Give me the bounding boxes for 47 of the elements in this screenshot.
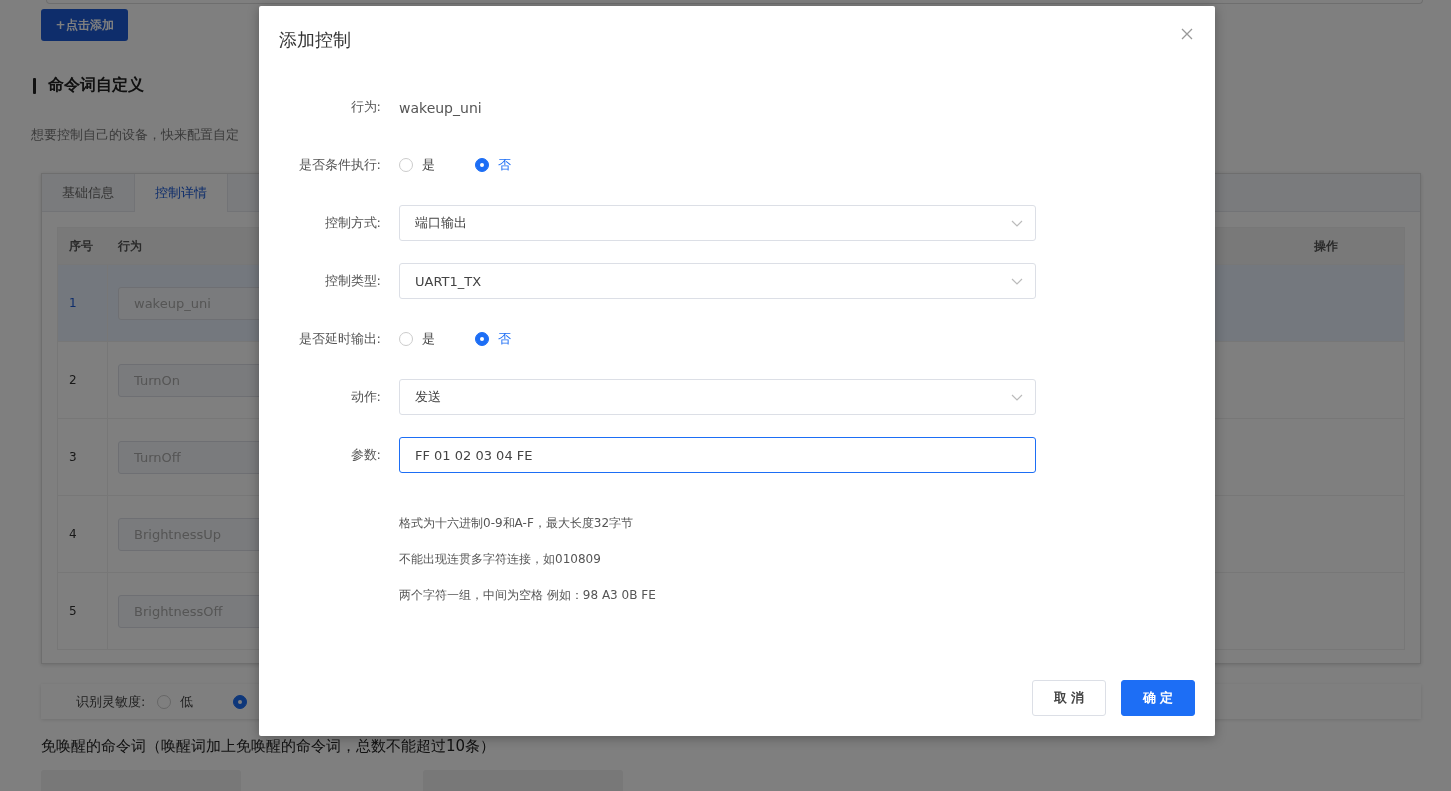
title-bar	[33, 77, 36, 94]
radio-button[interactable]	[399, 332, 413, 346]
dropdown[interactable]: 端口输出	[399, 205, 1036, 241]
section-title: 免唤醒的命令词（唤醒词加上免唤醒的命令词，总数不能超过10条）	[41, 737, 497, 756]
option-label: 是	[422, 330, 435, 348]
description: 想要控制自己的设备，快来配置自定	[31, 126, 240, 144]
option-label: 否	[498, 156, 511, 174]
caret-icon	[1011, 277, 1023, 285]
column-header: 操作	[1314, 237, 1339, 255]
row-number: 4	[69, 527, 77, 541]
radio-button[interactable]	[475, 158, 489, 172]
row-number: 2	[69, 373, 77, 387]
row-number: 1	[69, 296, 77, 310]
radio-button[interactable]	[399, 158, 413, 172]
cancel-button[interactable]: 取 消	[1032, 680, 1106, 716]
field-label: 控制类型:	[323, 272, 381, 290]
field-label: 动作:	[349, 388, 381, 406]
row-number: 5	[69, 604, 77, 618]
tab[interactable]: 控制详情	[135, 174, 228, 212]
hint-text: 格式为十六进制0-9和A-F，最大长度32字节	[399, 515, 635, 532]
option-label: 否	[498, 330, 511, 348]
add-button[interactable]: +点击添加	[41, 9, 128, 41]
caret-icon	[1011, 393, 1023, 401]
column-header: 序号	[68, 237, 94, 255]
confirm-button[interactable]: 确 定	[1121, 680, 1195, 716]
field-label: 控制方式:	[323, 214, 381, 232]
hint-text: 两个字符一组，中间为空格 例如：98 A3 0B FE	[399, 587, 657, 604]
row-number: 3	[69, 450, 77, 464]
option-label: 是	[422, 156, 435, 174]
option-label: 低	[180, 692, 194, 711]
caret-icon	[1011, 219, 1023, 227]
dialog-title: 添加控制	[279, 28, 351, 52]
field-label: 是否条件执行:	[297, 156, 381, 174]
radio-button[interactable]	[475, 332, 489, 346]
section-title: 命令词自定义	[48, 75, 144, 96]
radio-button[interactable]	[233, 694, 248, 709]
dropdown[interactable]: UART1_TX	[399, 263, 1036, 299]
field-label: 参数:	[349, 446, 381, 464]
column-header: 行为	[117, 237, 143, 255]
close-icon[interactable]	[1181, 28, 1193, 40]
input-field[interactable]: FF 01 02 03 04 FE	[399, 437, 1036, 473]
field-label: 行为:	[349, 98, 381, 116]
hint-text: 不能出现连贯多字符连接，如010809	[399, 551, 602, 568]
field-value: wakeup_uni	[399, 99, 482, 116]
sensitivity-label: 识别灵敏度:	[76, 692, 146, 711]
field-label: 是否延时输出:	[297, 330, 381, 348]
dropdown[interactable]: 发送	[399, 379, 1036, 415]
